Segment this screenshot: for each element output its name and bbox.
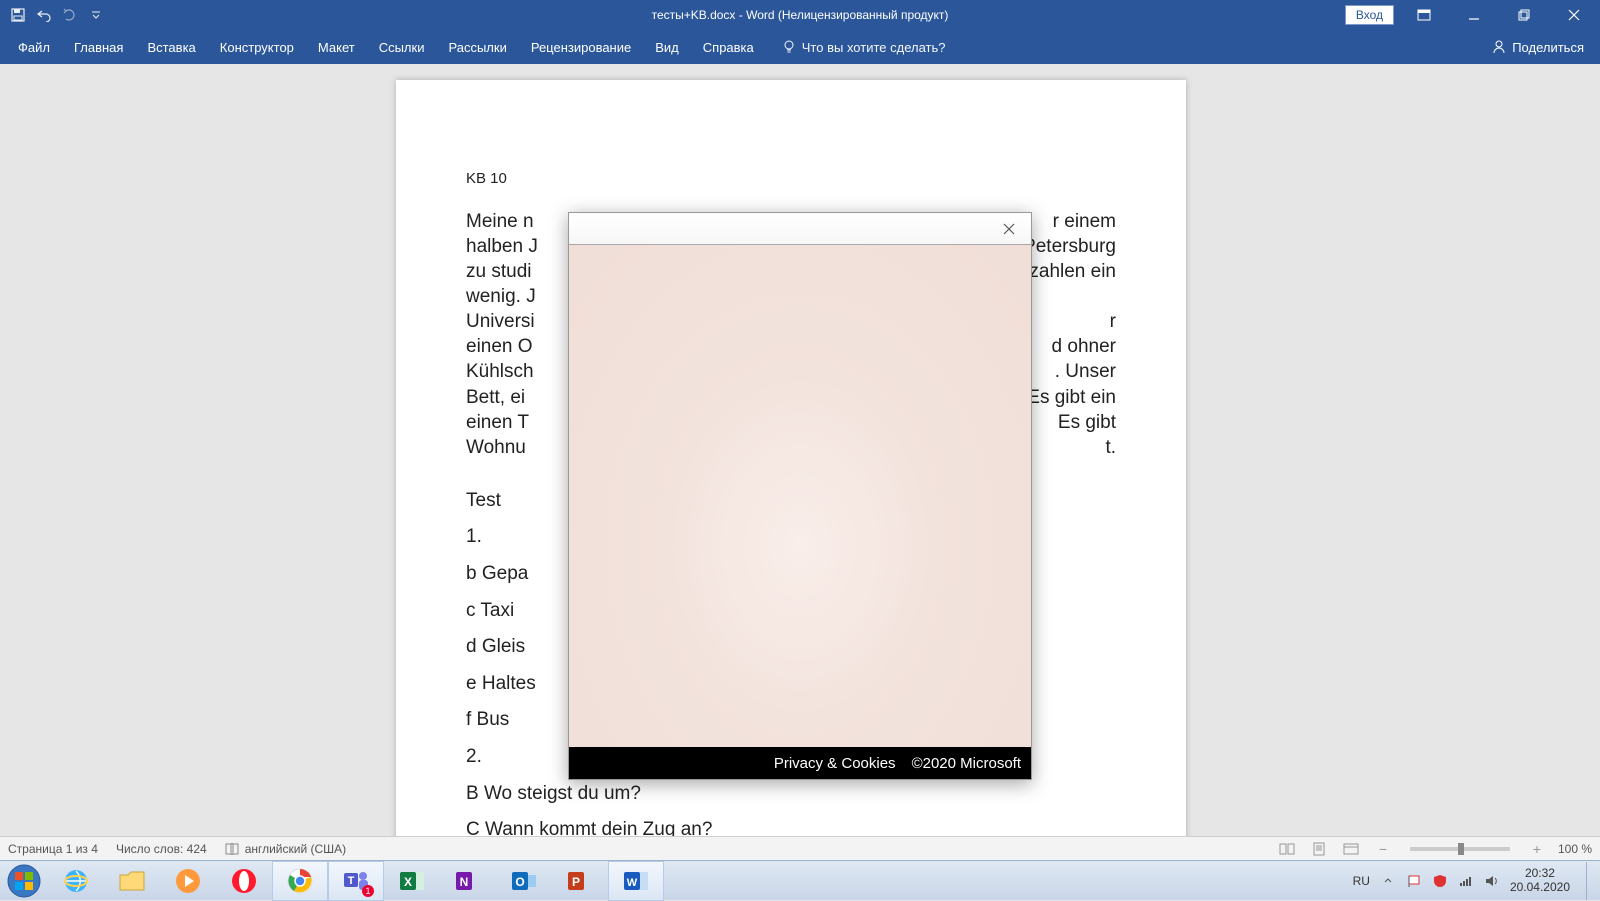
sign-in-button[interactable]: Вход <box>1345 5 1394 25</box>
windows-logo-icon <box>7 864 41 898</box>
svg-text:T: T <box>348 875 355 887</box>
redo-icon[interactable] <box>62 7 78 23</box>
chrome-icon <box>286 867 314 895</box>
tab-layout[interactable]: Макет <box>306 30 367 64</box>
powerpoint-icon: P <box>566 867 594 895</box>
word-icon: W <box>622 867 650 895</box>
tray-date: 20.04.2020 <box>1510 881 1570 894</box>
title-bar: тесты+KB.docx - Word (Нелицензированный … <box>0 0 1600 30</box>
tray-flag-icon[interactable] <box>1406 873 1422 889</box>
tab-home[interactable]: Главная <box>62 30 135 64</box>
tab-insert[interactable]: Вставка <box>135 30 207 64</box>
dialog-header <box>569 213 1031 245</box>
share-button[interactable]: Поделиться <box>1492 40 1584 55</box>
zoom-slider-thumb[interactable] <box>1458 843 1464 855</box>
taskbar-outlook[interactable]: O <box>496 861 552 901</box>
tell-me-search[interactable]: Что вы хотите сделать? <box>782 40 946 55</box>
opera-icon <box>230 867 258 895</box>
dialog-close-button[interactable] <box>993 216 1025 242</box>
taskbar-chrome[interactable] <box>272 861 328 901</box>
doc-list-item: C Wann kommt dein Zug an? <box>466 817 1116 836</box>
tab-review[interactable]: Рецензирование <box>519 30 643 64</box>
status-page[interactable]: Страница 1 из 4 <box>8 842 98 856</box>
zoom-in-button[interactable]: + <box>1526 840 1548 858</box>
book-icon <box>225 843 239 855</box>
tab-mailings[interactable]: Рассылки <box>436 30 518 64</box>
undo-icon[interactable] <box>36 7 52 23</box>
status-language[interactable]: английский (США) <box>225 842 346 856</box>
ie-icon <box>62 867 90 895</box>
svg-text:W: W <box>627 877 638 889</box>
svg-text:P: P <box>572 875 580 889</box>
dialog-footer: Privacy & Cookies ©2020 Microsoft <box>569 747 1031 779</box>
taskbar-excel[interactable]: X <box>384 861 440 901</box>
document-area: KB 10 Meine nr einemhalben J St.Petersbu… <box>0 64 1600 836</box>
svg-text:O: O <box>515 875 524 889</box>
folder-icon <box>118 869 146 893</box>
zoom-slider[interactable] <box>1410 847 1510 851</box>
svg-text:X: X <box>404 875 412 889</box>
doc-list-item: B Wo steigst du um? <box>466 781 1116 808</box>
copyright-text: ©2020 Microsoft <box>912 755 1021 772</box>
save-icon[interactable] <box>10 7 26 23</box>
taskbar-media-player[interactable] <box>160 861 216 901</box>
taskbar-ie[interactable] <box>48 861 104 901</box>
sign-in-dialog: Privacy & Cookies ©2020 Microsoft <box>568 212 1032 780</box>
status-words[interactable]: Число слов: 424 <box>116 842 207 856</box>
zoom-out-button[interactable]: − <box>1372 840 1394 858</box>
tray-language[interactable]: RU <box>1353 874 1370 888</box>
status-bar: Страница 1 из 4 Число слов: 424 английск… <box>0 836 1600 860</box>
taskbar-onenote[interactable]: N <box>440 861 496 901</box>
view-print-layout-icon[interactable] <box>1308 840 1330 858</box>
minimize-button[interactable] <box>1454 0 1494 30</box>
tab-help[interactable]: Справка <box>691 30 766 64</box>
svg-text:N: N <box>460 875 469 889</box>
customize-qat-icon[interactable] <box>88 7 104 23</box>
dialog-body <box>569 245 1031 747</box>
maximize-button[interactable] <box>1504 0 1544 30</box>
taskbar: T1 X N O P W RU 20:32 20.04.2020 <box>0 860 1600 900</box>
notification-badge: 1 <box>362 885 374 897</box>
close-button[interactable] <box>1554 0 1594 30</box>
tab-design[interactable]: Конструктор <box>208 30 306 64</box>
outlook-icon: O <box>510 867 538 895</box>
share-label: Поделиться <box>1512 40 1584 55</box>
tray-volume-icon[interactable] <box>1484 873 1500 889</box>
play-icon <box>174 867 202 895</box>
tray-chevron-icon[interactable] <box>1380 873 1396 889</box>
close-icon <box>1003 223 1015 235</box>
tab-view[interactable]: Вид <box>643 30 691 64</box>
onenote-icon: N <box>454 867 482 895</box>
quick-access-toolbar <box>0 7 104 23</box>
taskbar-powerpoint[interactable]: P <box>552 861 608 901</box>
view-read-mode-icon[interactable] <box>1276 840 1298 858</box>
tray-time: 20:32 <box>1510 867 1570 880</box>
taskbar-opera[interactable] <box>216 861 272 901</box>
lightbulb-icon <box>782 40 796 54</box>
system-tray: RU 20:32 20.04.2020 <box>1353 862 1600 900</box>
start-button[interactable] <box>0 861 48 901</box>
doc-heading: KB 10 <box>466 170 1116 187</box>
ribbon-tabs: Файл Главная Вставка Конструктор Макет С… <box>0 30 1600 64</box>
taskbar-teams[interactable]: T1 <box>328 861 384 901</box>
taskbar-explorer[interactable] <box>104 861 160 901</box>
taskbar-word[interactable]: W <box>608 861 664 901</box>
excel-icon: X <box>398 867 426 895</box>
tab-references[interactable]: Ссылки <box>367 30 437 64</box>
tray-clock[interactable]: 20:32 20.04.2020 <box>1510 867 1570 893</box>
tray-shield-icon[interactable] <box>1432 873 1448 889</box>
ribbon-display-options-icon[interactable] <box>1404 0 1444 30</box>
status-language-label: английский (США) <box>245 842 346 856</box>
privacy-link[interactable]: Privacy & Cookies <box>774 755 896 772</box>
person-icon <box>1492 40 1506 54</box>
tell-me-label: Что вы хотите сделать? <box>802 40 946 55</box>
show-desktop-button[interactable] <box>1586 862 1594 900</box>
tray-wifi-icon[interactable] <box>1458 873 1474 889</box>
zoom-level[interactable]: 100 % <box>1558 842 1592 856</box>
tab-file[interactable]: Файл <box>6 30 62 64</box>
view-web-layout-icon[interactable] <box>1340 840 1362 858</box>
